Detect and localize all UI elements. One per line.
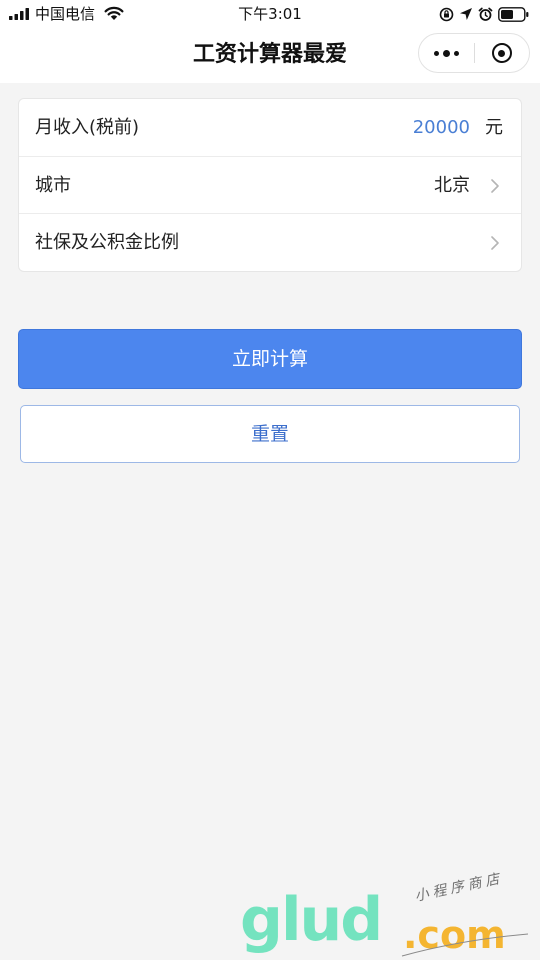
orientation-lock-icon [439, 7, 454, 21]
nav-bar: 工资计算器最爱 [0, 28, 540, 83]
salary-form-card: 月收入(税前) 20000 元 城市 北京 社保及公积金比例 [18, 98, 522, 272]
city-value[interactable]: 北京 [434, 157, 470, 214]
status-bar: 中国电信 下午3:01 [0, 0, 540, 28]
chevron-right-icon [491, 236, 499, 250]
location-arrow-icon [460, 8, 472, 20]
calculate-button[interactable]: 立即计算 [18, 329, 522, 389]
ratio-label: 社保及公积金比例 [35, 232, 179, 253]
salary-unit: 元 [485, 117, 503, 138]
battery-icon [498, 6, 529, 22]
chevron-right-icon [491, 179, 499, 193]
miniprogram-capsule [418, 33, 530, 73]
status-icons [439, 5, 530, 23]
city-row[interactable]: 城市 北京 [19, 156, 521, 213]
salary-label: 月收入(税前) [35, 117, 140, 138]
ratio-row[interactable]: 社保及公积金比例 [19, 213, 521, 270]
city-label: 城市 [35, 175, 71, 196]
salary-input[interactable]: 20000 [413, 99, 470, 156]
reset-button[interactable]: 重置 [20, 405, 520, 463]
alarm-clock-icon [478, 7, 493, 21]
salary-row[interactable]: 月收入(税前) 20000 元 [19, 99, 521, 156]
watermark-tagline: 小程序商店 [413, 870, 505, 905]
more-dots-icon [432, 49, 461, 57]
close-circle-icon [491, 43, 512, 63]
more-button[interactable] [419, 34, 474, 72]
watermark-brand: glud [240, 885, 383, 955]
watermark-logo: glud .com 小程序商店 [240, 870, 540, 960]
close-button[interactable] [474, 34, 529, 72]
watermark-swoosh [401, 933, 529, 957]
